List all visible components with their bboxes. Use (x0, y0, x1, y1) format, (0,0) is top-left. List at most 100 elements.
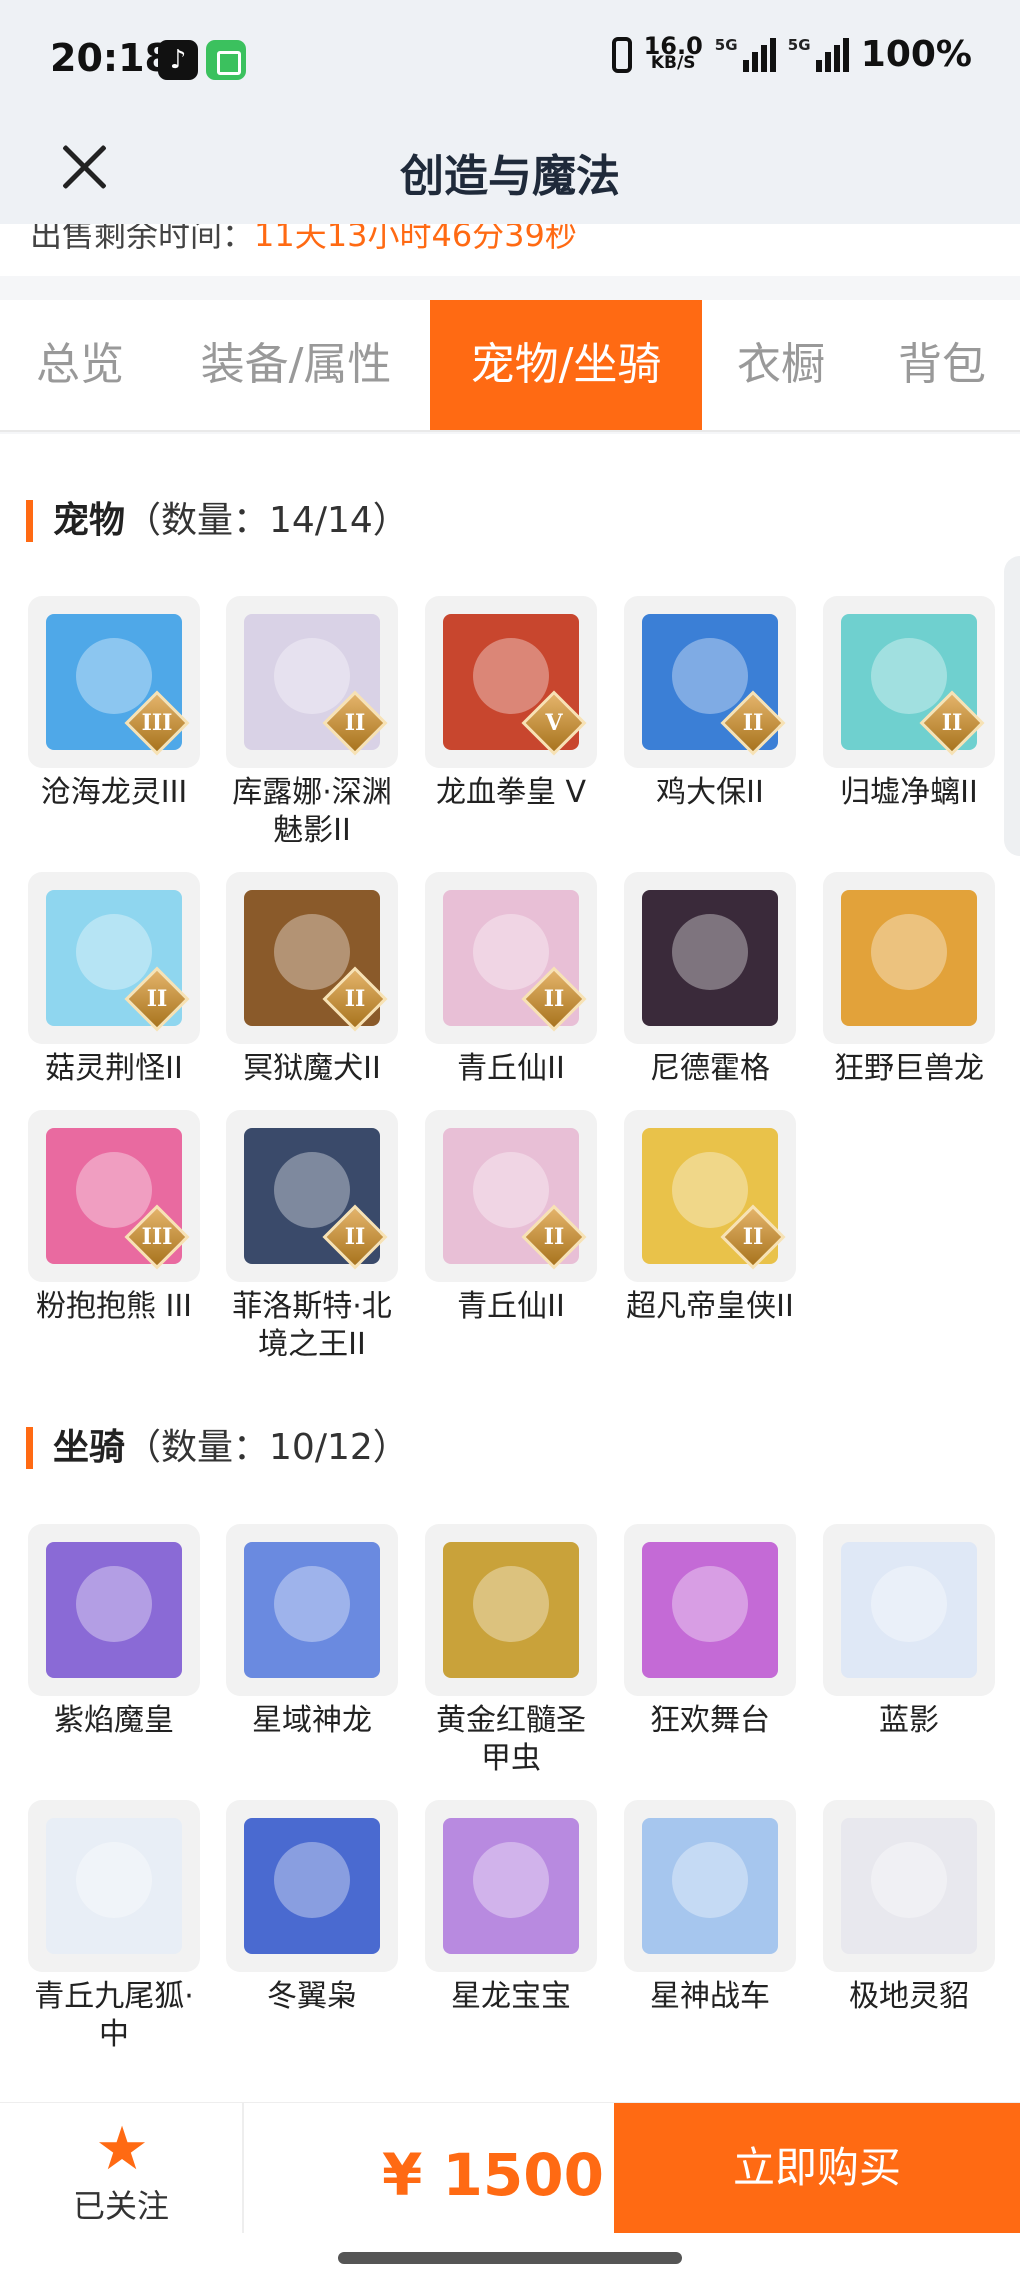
pet-thumbnail: II (226, 1110, 398, 1282)
pet-item[interactable]: II 青丘仙II (425, 1110, 597, 1326)
pet-thumbnail: II (624, 1110, 796, 1282)
tab-wardrobe[interactable]: 衣橱 (714, 300, 848, 430)
status-indicators: 16.0 KB/S 5G 5G 100% (611, 34, 972, 75)
tab-equipment[interactable]: 装备/属性 (172, 300, 420, 430)
vibrate-icon (611, 36, 632, 73)
signal-tag: 5G (714, 35, 738, 54)
mount-image (46, 1542, 182, 1678)
mount-image (642, 1542, 778, 1678)
pet-name: 青丘仙II (457, 1051, 565, 1086)
buy-now-button[interactable]: 立即购买 (614, 2103, 1020, 2233)
network-speed: 16.0 KB/S (644, 34, 703, 72)
pet-item[interactable]: V 龙血拳皇 V (425, 596, 597, 812)
mount-item[interactable]: 狂欢舞台 (624, 1524, 796, 1740)
page-title: 创造与魔法 (400, 151, 620, 202)
pet-item[interactable]: 尼德霍格 (624, 872, 796, 1088)
pet-item[interactable]: II 菇灵荆怪II (28, 872, 200, 1088)
tier-badge-label: II (941, 710, 963, 736)
mount-item[interactable]: 极地灵貂 (823, 1800, 995, 2016)
pet-item[interactable]: III 沧海龙灵III (28, 596, 200, 812)
mount-item[interactable]: 紫焰魔皇 (28, 1524, 200, 1740)
mount-image (443, 1542, 579, 1678)
sale-remaining-time: 11天13小时46分39秒 (254, 224, 577, 254)
pet-name: 库露娜·深渊魅影II (232, 775, 392, 848)
mount-thumbnail (28, 1800, 200, 1972)
tier-badge-label: II (543, 1224, 565, 1250)
tiktok-icon: ♪ (158, 40, 198, 80)
mount-thumbnail (226, 1800, 398, 1972)
tier-badge-label: II (146, 986, 168, 1012)
pet-item[interactable]: II 库露娜·深渊魅影II (226, 596, 398, 850)
mounts-section-title: 坐骑（数量：10/12） (26, 1427, 409, 1469)
mount-thumbnail (624, 1800, 796, 1972)
pet-thumbnail: V (425, 596, 597, 768)
tab-pets-mounts[interactable]: 宠物/坐骑 (430, 300, 702, 430)
nav-bar: 创造与魔法 (0, 118, 1020, 224)
mount-name: 星龙宝宝 (451, 1979, 571, 2014)
pet-item[interactable]: 狂野巨兽龙 (823, 872, 995, 1088)
pet-thumbnail: III (28, 596, 200, 768)
mount-name: 极地灵貂 (849, 1979, 969, 2014)
signal-icon-sim1: 5G (714, 35, 776, 72)
mount-item[interactable]: 冬翼枭 (226, 1800, 398, 2016)
mount-name: 星域神龙 (252, 1703, 372, 1738)
price: ¥ 1500 (382, 2141, 604, 2209)
mount-item[interactable]: 青丘九尾狐·中 (28, 1800, 200, 2054)
mount-name: 紫焰魔皇 (54, 1703, 174, 1738)
pet-name: 青丘仙II (457, 1289, 565, 1324)
pet-name: 菇灵荆怪II (45, 1051, 183, 1086)
star-icon: ★ (95, 2114, 149, 2184)
pet-name: 冥狱魔犬II (243, 1051, 381, 1086)
mount-thumbnail (823, 1524, 995, 1696)
pet-item[interactable]: II 青丘仙II (425, 872, 597, 1088)
pet-image (642, 890, 778, 1026)
mount-image (443, 1818, 579, 1954)
pet-item[interactable]: II 超凡帝皇侠II (624, 1110, 796, 1326)
tab-bar: 总览 装备/属性 宠物/坐骑 衣橱 背包 (0, 300, 1020, 432)
mount-image (841, 1542, 977, 1678)
app-notification-icon (206, 40, 246, 80)
pet-item[interactable]: III 粉抱抱熊 III (28, 1110, 200, 1326)
mount-name: 黄金红髓圣甲虫 (436, 1703, 586, 1776)
mounts-count: （数量：10/12） (125, 1427, 409, 1468)
tab-overview[interactable]: 总览 (0, 300, 160, 430)
follow-button[interactable]: ★ 已关注 (0, 2103, 244, 2233)
pet-name: 狂野巨兽龙 (834, 1051, 984, 1086)
mount-item[interactable]: 黄金红髓圣甲虫 (425, 1524, 597, 1778)
pet-item[interactable]: II 菲洛斯特·北境之王II (226, 1110, 398, 1364)
mount-item[interactable]: 蓝影 (823, 1524, 995, 1740)
pet-item[interactable]: II 鸡大保II (624, 596, 796, 812)
pet-name: 菲洛斯特·北境之王II (232, 1289, 392, 1362)
mount-image (46, 1818, 182, 1954)
tier-badge-label: III (141, 710, 173, 736)
pet-thumbnail (823, 872, 995, 1044)
mount-name: 狂欢舞台 (650, 1703, 770, 1738)
home-indicator (338, 2252, 682, 2264)
pet-item[interactable]: II 归墟净螭II (823, 596, 995, 812)
mount-name: 蓝影 (879, 1703, 939, 1738)
tab-backpack[interactable]: 背包 (872, 300, 1012, 430)
pet-name: 粉抱抱熊 III (35, 1289, 193, 1324)
pet-image (841, 890, 977, 1026)
mount-item[interactable]: 星龙宝宝 (425, 1800, 597, 2016)
tier-badge-label: II (742, 1224, 764, 1250)
side-drawer-handle[interactable] (1004, 556, 1020, 856)
mount-image (841, 1818, 977, 1954)
pets-title: 宠物 (53, 500, 126, 541)
follow-label: 已关注 (72, 2187, 169, 2225)
pets-count: （数量：14/14） (125, 500, 409, 541)
tier-badge-label: II (344, 1224, 366, 1250)
pets-mounts-content: 宠物（数量：14/14） III 沧海龙灵III II 库露娜·深渊魅影II V 龙血拳皇… (0, 434, 1020, 2102)
mount-item[interactable]: 星域神龙 (226, 1524, 398, 1740)
tier-badge-label: V (545, 710, 563, 736)
pet-thumbnail: II (226, 872, 398, 1044)
pet-thumbnail: II (28, 872, 200, 1044)
pet-thumbnail: II (226, 596, 398, 768)
status-time: 20:18 (50, 36, 171, 80)
pet-item[interactable]: II 冥狱魔犬II (226, 872, 398, 1088)
signal-tag: 5G (787, 35, 811, 54)
pets-section-title: 宠物（数量：14/14） (26, 500, 409, 542)
mount-item[interactable]: 星神战车 (624, 1800, 796, 2016)
pet-name: 鸡大保II (656, 775, 764, 810)
mount-thumbnail (624, 1524, 796, 1696)
